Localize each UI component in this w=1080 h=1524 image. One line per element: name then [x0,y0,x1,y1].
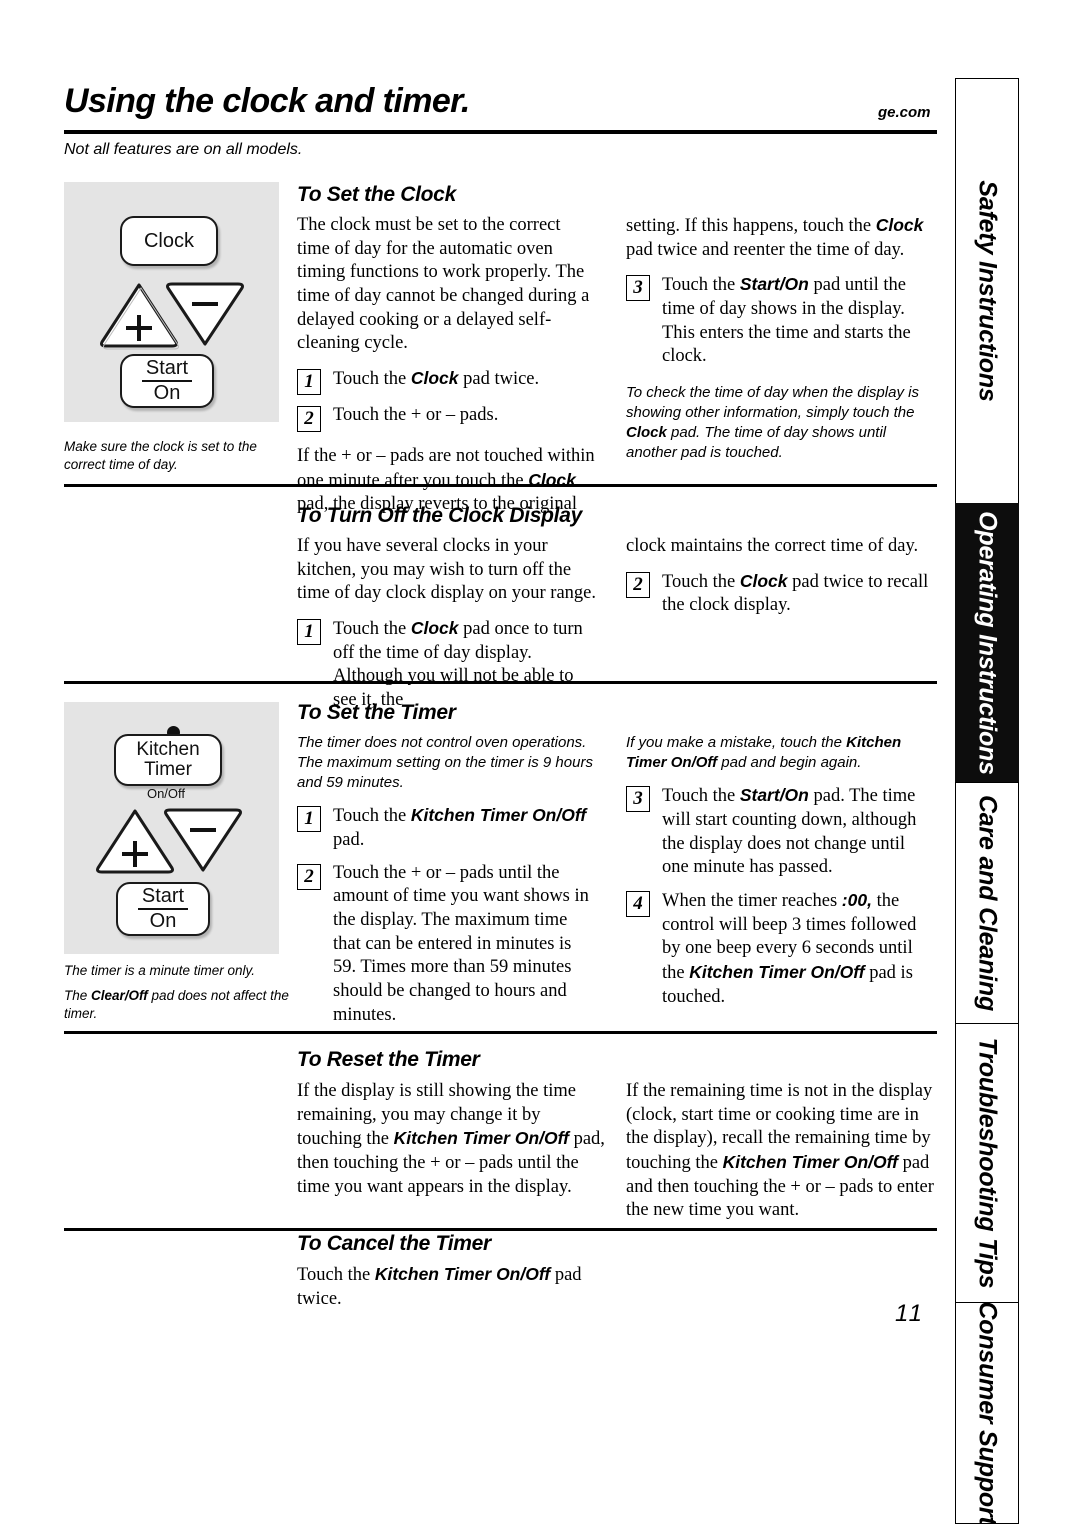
step-item: 2 Touch the Clock pad twice to recall th… [626,570,936,618]
step-item: 3 Touch the Start/On pad. The time will … [626,784,936,880]
set-timer-note: The timer does not control oven operatio… [297,734,593,792]
step-number: 2 [297,406,321,433]
step-text: Touch the Start/On pad until the time of… [662,274,911,367]
step-number: 3 [626,275,650,302]
reset-timer-right-text: If the remaining time is not in the disp… [626,1081,934,1221]
side-tab-consumer-support[interactable]: Consumer Support [955,1302,1019,1524]
start-on-pad-graphic: Start On [116,882,210,936]
step-text: Touch the Clock pad once to turn off the… [333,618,583,711]
reset-timer-right-column: If the remaining time is not in the disp… [626,1080,938,1234]
heading-to-set-the-clock: To Set the Clock [297,183,456,206]
caption-text-1: The timer is a minute timer only. [64,963,256,978]
reset-timer-left-column: If the display is still showing the time… [297,1080,607,1210]
reset-timer-left-text: If the display is still showing the time… [297,1081,605,1197]
page-title: Using the clock and timer. [64,82,470,120]
clock-illustration-caption: Make sure the clock is set to the correc… [64,438,292,481]
kitchen-timer-pad-graphic: Kitchen Timer [114,734,222,786]
turn-off-clock-right-tail: clock maintains the correct time of day. [626,536,919,556]
on-label: On [149,910,177,932]
minus-pad-graphic [164,278,246,348]
heading-to-turn-off-the-clock-display: To Turn Off the Clock Display [297,504,582,527]
set-clock-left-column: The clock must be set to the correct tim… [297,214,597,528]
heading-to-reset-the-timer: To Reset the Timer [297,1048,480,1071]
manual-page: Using the clock and timer. ge.com Not al… [0,0,1080,1524]
caption-text: Make sure the clock is set to the correc… [64,439,257,473]
side-tab-troubleshooting-tips[interactable]: Troubleshooting Tips [955,1023,1019,1302]
step-text: Touch the Clock pad twice to recall the … [662,570,929,616]
step-item: 3 Touch the Start/On pad until the time … [626,273,936,369]
step-item: 2 Touch the + or – pads. [297,404,597,433]
step-number: 1 [297,619,321,646]
turn-off-clock-right-column: clock maintains the correct time of day.… [626,535,936,627]
side-tab-care-and-cleaning[interactable]: Care and Cleaning [955,782,1019,1023]
start-label: Start [137,886,189,910]
side-tab-label: Consumer Support [973,1302,1002,1524]
clock-pad-label: Clock [143,229,194,252]
step-text: When the timer reaches :00, the control … [662,889,917,1007]
section-divider [64,1031,937,1034]
turn-off-clock-intro: If you have several clocks in your kitch… [297,536,596,604]
set-timer-right-note: If you make a mistake, touch the Kitchen… [626,734,902,772]
step-text: Touch the Start/On pad. The time will st… [662,785,917,878]
step-number: 2 [297,863,321,890]
side-tab-rail: Safety Instructions Operating Instructio… [955,78,1019,1524]
side-tab-label: Troubleshooting Tips [973,1037,1002,1289]
step-number: 4 [626,890,650,917]
start-label: Start [141,358,193,382]
heading-to-cancel-the-timer: To Cancel the Timer [297,1232,491,1255]
step-item: 1 Touch the Clock pad once to turn off t… [297,617,597,713]
step-item: 1 Touch the Kitchen Timer On/Off pad. [297,804,597,852]
side-tab-operating-instructions[interactable]: Operating Instructions [955,503,1019,782]
timer-illustration-caption: The timer is a minute timer only. The Cl… [64,962,292,1031]
set-clock-right-column: setting. If this happens, touch the Cloc… [626,214,936,474]
side-tab-label: Operating Instructions [973,511,1002,775]
page-subtitle: Not all features are on all models. [64,141,303,158]
step-number: 2 [626,571,650,598]
set-timer-right-column: If you make a mistake, touch the Kitchen… [626,733,936,1018]
step-number: 3 [626,786,650,813]
turn-off-clock-left-column: If you have several clocks in your kitch… [297,535,597,722]
start-on-pad-graphic: Start On [120,354,214,408]
minus-pad-graphic [162,804,244,874]
set-clock-tail-right: setting. If this happens, touch the Cloc… [626,215,924,260]
caption-text-2: The Clear/Off pad does not affect the ti… [64,988,289,1022]
kitchen-timer-label-line1: Kitchen [136,739,200,761]
step-item: 4 When the timer reaches :00, the contro… [626,889,936,1009]
step-text: Touch the + or – pads. [333,405,499,426]
side-tab-safety-instructions[interactable]: Safety Instructions [955,78,1019,503]
step-number: 1 [297,806,321,833]
step-number: 1 [297,369,321,396]
header-rule [64,130,937,134]
step-text: Touch the + or – pads until the amount o… [333,862,589,1025]
side-tab-label: Care and Cleaning [973,794,1002,1012]
page-number: 11 [895,1300,924,1327]
site-url: ge.com [878,104,931,121]
step-text: Touch the Kitchen Timer On/Off pad. [333,805,587,850]
kitchen-timer-control-illustration: Kitchen Timer On/Off Start On [64,702,279,954]
section-divider [64,484,937,487]
clock-pad-graphic: Clock [120,216,218,266]
on-label: On [153,382,181,404]
kitchen-timer-label-line2: Timer [144,759,192,780]
set-clock-note: To check the time of day when the displa… [626,384,919,462]
heading-to-set-the-timer: To Set the Timer [297,701,456,724]
clock-control-illustration: Clock Start On [64,182,279,422]
step-item: 1 Touch the Clock pad twice. [297,367,597,396]
cancel-timer-text: Touch the Kitchen Timer On/Off pad twice… [297,1264,582,1309]
side-tab-label: Safety Instructions [973,180,1002,402]
step-text: Touch the Clock pad twice. [333,368,540,390]
section-divider [64,1228,937,1231]
cancel-timer-column: Touch the Kitchen Timer On/Off pad twice… [297,1263,607,1322]
set-timer-left-column: The timer does not control oven operatio… [297,733,597,1036]
set-clock-intro: The clock must be set to the correct tim… [297,215,590,354]
step-item: 2 Touch the + or – pads until the amount… [297,862,597,1028]
section-divider [64,681,937,684]
on-off-sublabel: On/Off [146,786,186,801]
